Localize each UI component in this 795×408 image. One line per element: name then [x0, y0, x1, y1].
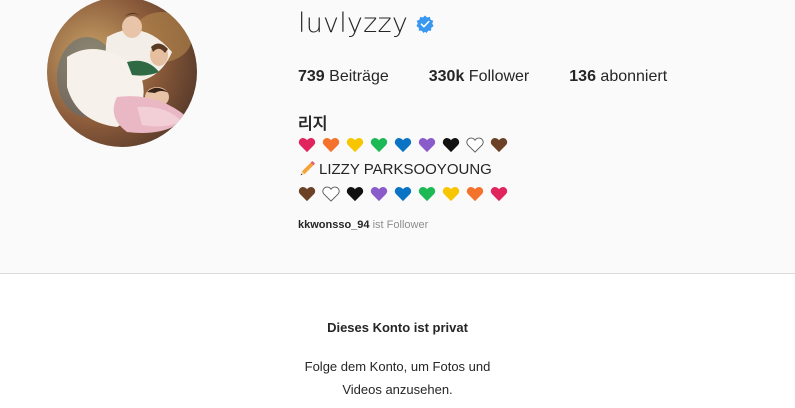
- heart-icon: [322, 138, 340, 153]
- posts-stat: 739 Beiträge: [298, 68, 389, 86]
- profile-full-name: 리지: [298, 114, 328, 133]
- username: luvlyzzy: [298, 8, 408, 39]
- followed-by-suffix: ist Follower: [372, 219, 429, 231]
- following-label: abonniert: [600, 68, 668, 85]
- heart-icon: [322, 186, 340, 202]
- following-count: 136: [569, 68, 596, 85]
- bio-hearts-line-1: [298, 137, 514, 153]
- followed-by-name: kkwonsso_94: [298, 219, 370, 231]
- heart-icon: [490, 187, 508, 202]
- private-account-line-1: Folge dem Konto, um Fotos und: [304, 359, 491, 374]
- bio-name-text: LIZZY PARKSOOYOUNG: [319, 160, 492, 178]
- followers-label: Follower: [468, 68, 530, 85]
- heart-icon: [418, 187, 436, 202]
- heart-icon: [394, 138, 412, 153]
- heart-icon: [466, 187, 484, 202]
- heart-icon: [418, 138, 436, 153]
- private-account-text: Folge dem Konto, um Fotos und Videos anz…: [0, 355, 795, 401]
- verified-badge-icon: [416, 14, 434, 33]
- heart-icon: [370, 138, 388, 153]
- posts-label: Beiträge: [329, 68, 389, 85]
- heart-icon: [442, 138, 460, 153]
- username-row: luvlyzzy: [298, 8, 434, 39]
- bio-name-line: LIZZY PARKSOOYOUNG: [298, 160, 492, 178]
- followers-count: 330k: [428, 68, 465, 85]
- heart-icon: [466, 137, 484, 153]
- heart-icon: [490, 138, 508, 153]
- profile-stats: 739 Beiträge 330k Follower 136 abonniert: [298, 68, 707, 86]
- heart-icon: [298, 138, 316, 153]
- private-account-title: Dieses Konto ist privat: [327, 320, 468, 335]
- private-account-line-2: Videos anzusehen.: [342, 382, 453, 397]
- posts-count: 739: [298, 68, 325, 85]
- following-stat[interactable]: 136 abonniert: [569, 68, 667, 86]
- profile-avatar[interactable]: [47, 0, 197, 147]
- followers-stat[interactable]: 330k Follower: [429, 68, 530, 86]
- pencil-icon: [300, 161, 315, 176]
- heart-icon: [346, 187, 364, 202]
- followed-by[interactable]: kkwonsso_94 ist Follower: [298, 219, 428, 231]
- heart-icon: [370, 187, 388, 202]
- bio-hearts-line-2: [298, 186, 514, 202]
- heart-icon: [346, 138, 364, 153]
- heart-icon: [298, 187, 316, 202]
- heart-icon: [442, 187, 460, 202]
- heart-icon: [394, 187, 412, 202]
